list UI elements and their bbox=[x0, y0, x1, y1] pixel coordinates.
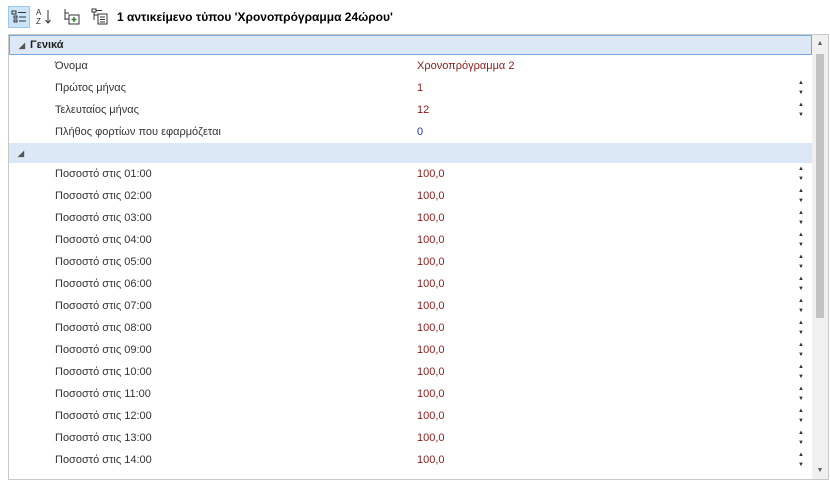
property-row-last-month[interactable]: Τελευταίος μήνας 12 ▲ ▼ bbox=[9, 99, 812, 121]
scroll-down-icon[interactable]: ▼ bbox=[812, 462, 828, 479]
svg-text:Z: Z bbox=[36, 17, 41, 26]
property-value: 0 bbox=[417, 126, 424, 138]
property-label: Πλήθος φορτίων που εφαρμόζεται bbox=[55, 126, 221, 138]
property-row-percent-05[interactable]: Ποσοστό στις 05:00 100,0 ▲ ▼ bbox=[9, 251, 812, 273]
property-grid: ◢ Γενικά Όνομα Χρονοπρόγραμμα 2 Πρώτος μ… bbox=[8, 34, 829, 480]
property-label: Ποσοστό στις 05:00 bbox=[55, 256, 152, 268]
property-value[interactable]: 100,0 bbox=[417, 366, 445, 378]
property-label: Ποσοστό στις 10:00 bbox=[55, 366, 152, 378]
spinner-icon[interactable]: ▲ ▼ bbox=[796, 102, 806, 118]
categorized-icon bbox=[11, 10, 26, 23]
property-label: Τελευταίος μήνας bbox=[55, 104, 139, 116]
property-row-first-month[interactable]: Πρώτος μήνας 1 ▲ ▼ bbox=[9, 77, 812, 99]
property-label: Ποσοστό στις 04:00 bbox=[55, 234, 152, 246]
property-value[interactable]: 12 bbox=[417, 104, 429, 116]
property-label: Ποσοστό στις 14:00 bbox=[55, 454, 152, 466]
property-label: Όνομα bbox=[55, 60, 88, 72]
property-row-percent-01[interactable]: Ποσοστό στις 01:00 100,0 ▲ ▼ bbox=[9, 163, 812, 185]
spinner-icon[interactable]: ▲ ▼ bbox=[796, 188, 806, 204]
property-label: Ποσοστό στις 07:00 bbox=[55, 300, 152, 312]
property-value[interactable]: 100,0 bbox=[417, 168, 445, 180]
property-label: Ποσοστό στις 12:00 bbox=[55, 410, 152, 422]
property-label: Ποσοστό στις 06:00 bbox=[55, 278, 152, 290]
collapse-arrow-icon[interactable]: ◢ bbox=[14, 41, 30, 50]
property-value[interactable]: 100,0 bbox=[417, 454, 445, 466]
category-title: Γενικά bbox=[30, 39, 64, 51]
spinner-icon[interactable]: ▲ ▼ bbox=[796, 276, 806, 292]
category-header-percentages[interactable]: ◢ bbox=[9, 143, 812, 163]
property-row-percent-04[interactable]: Ποσοστό στις 04:00 100,0 ▲ ▼ bbox=[9, 229, 812, 251]
property-row-percent-07[interactable]: Ποσοστό στις 07:00 100,0 ▲ ▼ bbox=[9, 295, 812, 317]
category-header-general[interactable]: ◢ Γενικά bbox=[9, 35, 812, 55]
property-label: Ποσοστό στις 13:00 bbox=[55, 432, 152, 444]
spinner-icon[interactable]: ▲ ▼ bbox=[796, 232, 806, 248]
property-value[interactable]: 100,0 bbox=[417, 300, 445, 312]
property-value[interactable]: 100,0 bbox=[417, 212, 445, 224]
property-value[interactable]: 100,0 bbox=[417, 344, 445, 356]
sort-az-icon: A Z bbox=[36, 8, 51, 26]
property-value[interactable]: 1 bbox=[417, 82, 423, 94]
spinner-icon[interactable]: ▲ ▼ bbox=[796, 408, 806, 424]
property-row-percent-09[interactable]: Ποσοστό στις 09:00 100,0 ▲ ▼ bbox=[9, 339, 812, 361]
property-value[interactable]: Χρονοπρόγραμμα 2 bbox=[417, 60, 514, 72]
property-value[interactable]: 100,0 bbox=[417, 190, 445, 202]
property-row-percent-12[interactable]: Ποσοστό στις 12:00 100,0 ▲ ▼ bbox=[9, 405, 812, 427]
add-object-icon bbox=[64, 9, 80, 25]
property-value[interactable]: 100,0 bbox=[417, 278, 445, 290]
property-value[interactable]: 100,0 bbox=[417, 234, 445, 246]
property-label: Ποσοστό στις 08:00 bbox=[55, 322, 152, 334]
spinner-icon[interactable]: ▲ ▼ bbox=[796, 210, 806, 226]
svg-text:A: A bbox=[36, 8, 42, 17]
vertical-scrollbar[interactable]: ▲ ▼ bbox=[812, 35, 828, 479]
spinner-icon[interactable]: ▲ ▼ bbox=[796, 298, 806, 314]
hierarchy-icon bbox=[91, 8, 108, 25]
property-label: Ποσοστό στις 03:00 bbox=[55, 212, 152, 224]
property-row-percent-06[interactable]: Ποσοστό στις 06:00 100,0 ▲ ▼ bbox=[9, 273, 812, 295]
property-value[interactable]: 100,0 bbox=[417, 256, 445, 268]
spinner-icon[interactable]: ▲ ▼ bbox=[796, 166, 806, 182]
property-row-load-count[interactable]: Πλήθος φορτίων που εφαρμόζεται 0 bbox=[9, 121, 812, 143]
hierarchy-button[interactable] bbox=[89, 6, 111, 28]
spinner-icon[interactable]: ▲ ▼ bbox=[796, 452, 806, 468]
property-row-percent-03[interactable]: Ποσοστό στις 03:00 100,0 ▲ ▼ bbox=[9, 207, 812, 229]
property-label: Πρώτος μήνας bbox=[55, 82, 126, 94]
collapse-arrow-icon[interactable]: ◢ bbox=[13, 149, 29, 158]
spinner-icon[interactable]: ▲ ▼ bbox=[796, 386, 806, 402]
scrollbar-thumb[interactable] bbox=[816, 54, 824, 318]
spinner-icon[interactable]: ▲ ▼ bbox=[796, 430, 806, 446]
spinner-icon[interactable]: ▲ ▼ bbox=[796, 320, 806, 336]
property-grid-toolbar: A Z 1 αντικείμενο τύπου 'Χρονοπρόγραμμα bbox=[0, 0, 830, 34]
property-label: Ποσοστό στις 11:00 bbox=[55, 388, 151, 400]
spinner-icon[interactable]: ▲ ▼ bbox=[796, 342, 806, 358]
property-row-name[interactable]: Όνομα Χρονοπρόγραμμα 2 bbox=[9, 55, 812, 77]
property-label: Ποσοστό στις 02:00 bbox=[55, 190, 152, 202]
property-row-percent-13[interactable]: Ποσοστό στις 13:00 100,0 ▲ ▼ bbox=[9, 427, 812, 449]
alphabetical-sort-button[interactable]: A Z bbox=[33, 6, 55, 28]
categorized-view-button[interactable] bbox=[8, 6, 30, 28]
spinner-icon[interactable]: ▲ ▼ bbox=[796, 80, 806, 96]
property-row-percent-14[interactable]: Ποσοστό στις 14:00 100,0 ▲ ▼ bbox=[9, 449, 812, 471]
property-label: Ποσοστό στις 09:00 bbox=[55, 344, 152, 356]
spinner-icon[interactable]: ▲ ▼ bbox=[796, 254, 806, 270]
property-row-percent-02[interactable]: Ποσοστό στις 02:00 100,0 ▲ ▼ bbox=[9, 185, 812, 207]
property-row-percent-08[interactable]: Ποσοστό στις 08:00 100,0 ▲ ▼ bbox=[9, 317, 812, 339]
property-label: Ποσοστό στις 01:00 bbox=[55, 168, 152, 180]
property-rows: ◢ Γενικά Όνομα Χρονοπρόγραμμα 2 Πρώτος μ… bbox=[9, 35, 812, 471]
property-value[interactable]: 100,0 bbox=[417, 322, 445, 334]
scroll-up-icon[interactable]: ▲ bbox=[812, 35, 828, 52]
property-value[interactable]: 100,0 bbox=[417, 388, 445, 400]
property-value[interactable]: 100,0 bbox=[417, 410, 445, 422]
spinner-icon[interactable]: ▲ ▼ bbox=[796, 364, 806, 380]
property-row-percent-11[interactable]: Ποσοστό στις 11:00 100,0 ▲ ▼ bbox=[9, 383, 812, 405]
toolbar-title: 1 αντικείμενο τύπου 'Χρονοπρόγραμμα 24ώρ… bbox=[117, 10, 393, 24]
property-value[interactable]: 100,0 bbox=[417, 432, 445, 444]
property-row-percent-10[interactable]: Ποσοστό στις 10:00 100,0 ▲ ▼ bbox=[9, 361, 812, 383]
add-object-button[interactable] bbox=[61, 6, 83, 28]
